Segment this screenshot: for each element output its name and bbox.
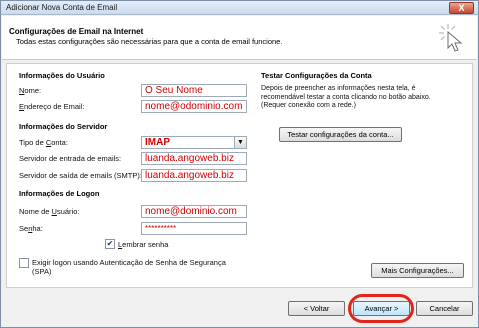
cancel-button[interactable]: Cancelar (416, 301, 473, 316)
logon-info-heading: Informações de Logon (19, 189, 100, 198)
spa-checkbox[interactable] (19, 258, 29, 268)
password-label: Senha: (19, 224, 43, 233)
title-bar[interactable]: Adicionar Nova Conta de Email X (1, 1, 478, 15)
header-subtitle: Todas estas configurações são necessária… (16, 37, 283, 46)
spa-label-line2: (SPA) (32, 267, 52, 276)
wizard-cursor-icon (439, 24, 463, 52)
incoming-server-label: Servidor de entrada de emails: (19, 154, 122, 163)
server-info-heading: Informações do Servidor (19, 122, 108, 131)
user-info-heading: Informações do Usuário (19, 71, 105, 80)
email-label: Endereço de Email: (19, 102, 85, 111)
remember-password-checkbox[interactable]: ✔ (105, 239, 115, 249)
incoming-server-input[interactable]: luanda.angoweb.biz (141, 152, 247, 165)
username-label: Nome de Usuário: (19, 207, 80, 216)
description-line-3: (Requer conexão com a rede.) (261, 102, 356, 109)
close-button[interactable]: X (449, 2, 474, 14)
account-type-label: Tipo de Conta: (19, 138, 68, 147)
test-settings-heading: Testar Configurações da Conta (261, 71, 372, 80)
settings-panel: Informações do Usuário Nome: O Seu Nome … (6, 63, 473, 288)
name-label: Nome: (19, 86, 42, 95)
outgoing-server-input[interactable]: luanda.angoweb.biz (141, 169, 247, 182)
header-title: Configurações de Email na Internet (9, 27, 144, 36)
description-line-2: recomendável testar a conta clicando no … (261, 93, 431, 101)
spa-label-line1: Exigir logon usando Autenticação de Senh… (32, 258, 226, 267)
remember-password-label[interactable]: Lembrar senha (118, 240, 168, 249)
password-input[interactable]: ********** (141, 222, 247, 235)
email-input[interactable]: nome@odominio.com (141, 100, 247, 113)
account-type-select[interactable]: IMAP ▼ (141, 136, 247, 149)
more-settings-button[interactable]: Mais Configurações... (371, 263, 464, 278)
dialog-header: Configurações de Email na Internet Todas… (2, 16, 477, 60)
test-settings-description: Depois de preencher as informações nesta… (261, 85, 431, 111)
window-title: Adicionar Nova Conta de Email (6, 3, 118, 12)
description-line-1: Depois de preencher as informações nesta… (261, 85, 416, 92)
back-button[interactable]: < Voltar (288, 301, 345, 316)
test-account-settings-button[interactable]: Testar configurações da conta... (279, 127, 402, 142)
add-email-account-dialog: Adicionar Nova Conta de Email X Configur… (0, 0, 479, 328)
name-input[interactable]: O Seu Nome (141, 84, 247, 97)
spa-label[interactable]: Exigir logon usando Autenticação de Senh… (32, 258, 226, 276)
chevron-down-icon[interactable]: ▼ (234, 137, 246, 148)
highlight-ring (348, 294, 414, 323)
account-type-value: IMAP (145, 137, 170, 148)
username-input[interactable]: nome@dominio.com (141, 205, 247, 218)
outgoing-server-label: Servidor de saída de emails (SMTP): (19, 171, 142, 180)
checkmark-icon: ✔ (106, 239, 114, 248)
